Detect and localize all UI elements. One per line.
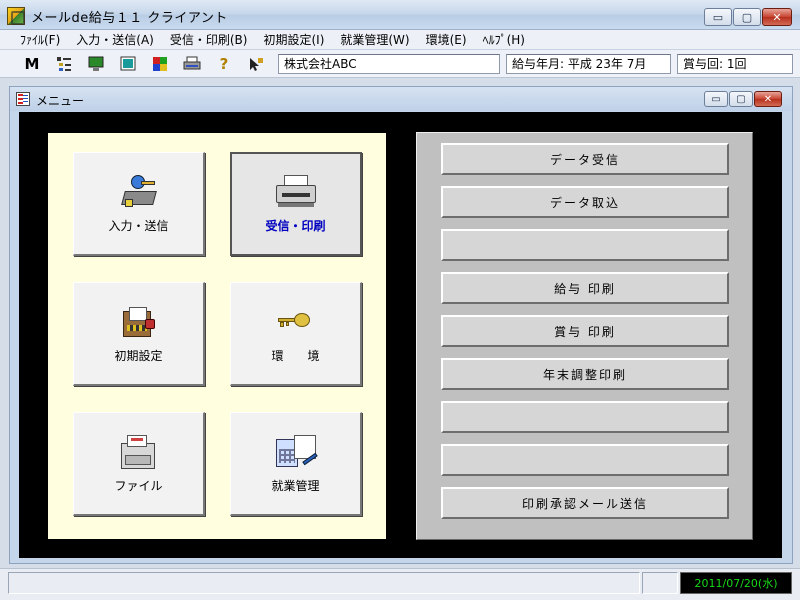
- blank-action-button-3[interactable]: [441, 444, 729, 476]
- bonus-print-button[interactable]: 賞与 印刷: [441, 315, 729, 347]
- color-grid-glyph: [153, 57, 167, 71]
- child-close-button[interactable]: ✕: [754, 91, 782, 107]
- menu-window-titlebar: メニュー ▭ ▢ ✕: [10, 87, 792, 111]
- maximize-icon: ▢: [741, 10, 753, 24]
- mail-m-icon[interactable]: M: [22, 54, 42, 74]
- menu-work-management[interactable]: 就業管理(W): [332, 31, 417, 49]
- calculator-icon: [275, 435, 318, 471]
- minimize-icon: ▭: [712, 10, 724, 24]
- initial-settings-button[interactable]: 初期設定: [73, 282, 205, 386]
- file-button[interactable]: ファイル: [73, 412, 205, 516]
- input-send-button[interactable]: 入力・送信: [73, 152, 205, 256]
- receive-print-label: 受信・印刷: [265, 219, 326, 233]
- monitor-icon[interactable]: [86, 54, 106, 74]
- color-grid-icon[interactable]: [150, 54, 170, 74]
- blank-action-button-1[interactable]: [441, 229, 729, 261]
- category-panel: 入力・送信 受信・印刷 初期設定 環 境 ファイル 就業管理: [48, 133, 386, 539]
- app-icon[interactable]: [7, 7, 25, 25]
- bonus-count-field: 賞与回: 1回: [677, 54, 793, 74]
- initial-settings-label: 初期設定: [114, 349, 163, 363]
- printer-small-glyph: [183, 56, 201, 70]
- menu-window: メニュー ▭ ▢ ✕ 入力・送信 受信・印刷 初期設定 環 境 ファイル 就業管…: [9, 86, 793, 564]
- data-receive-button[interactable]: データ受信: [441, 143, 729, 175]
- key-icon: [276, 305, 316, 341]
- action-panel: データ受信 データ取込 給与 印刷 賞与 印刷 年末調整印刷 印刷承認メール送信: [416, 132, 753, 540]
- blank-action-button-2[interactable]: [441, 401, 729, 433]
- setup-icon: [119, 305, 159, 341]
- menu-window-caption-buttons: ▭ ▢ ✕: [704, 91, 782, 107]
- maximize-button[interactable]: ▢: [733, 8, 761, 26]
- help-icon[interactable]: ?: [214, 54, 234, 74]
- minimize-button[interactable]: ▭: [704, 8, 732, 26]
- status-bar: 2011/07/20(水): [0, 568, 800, 600]
- environment-label: 環 境: [271, 349, 320, 363]
- child-maximize-button[interactable]: ▢: [729, 91, 753, 107]
- tree-list-glyph: [57, 57, 71, 71]
- minimize-icon: ▭: [711, 93, 721, 105]
- pay-period-field: 給与年月: 平成 23年 7月: [506, 54, 671, 74]
- file-label: ファイル: [114, 479, 163, 493]
- input-send-label: 入力・送信: [108, 219, 169, 233]
- menu-workspace: 入力・送信 受信・印刷 初期設定 環 境 ファイル 就業管理 データ受信 データ…: [19, 112, 782, 558]
- file-cabinet-icon: [119, 435, 159, 471]
- year-end-adjustment-print-button[interactable]: 年末調整印刷: [441, 358, 729, 390]
- menu-input-send[interactable]: 入力・送信(A): [68, 31, 162, 49]
- monitor-glyph: [88, 56, 104, 71]
- menu-environment[interactable]: 環境(E): [418, 31, 475, 49]
- menu-window-title: メニュー: [36, 94, 85, 108]
- status-date: 2011/07/20(水): [680, 572, 792, 594]
- printer-icon: [275, 175, 316, 211]
- menu-initial-settings[interactable]: 初期設定(I): [255, 31, 332, 49]
- caption-buttons: ▭ ▢ ✕: [704, 8, 792, 26]
- printer-small-icon[interactable]: [182, 54, 202, 74]
- maximize-icon: ▢: [736, 93, 746, 105]
- work-management-label: 就業管理: [271, 479, 320, 493]
- status-pane-small: [642, 572, 678, 594]
- title-bar: メールde給与１１ クライアント ▭ ▢ ✕: [0, 0, 800, 30]
- tree-list-icon[interactable]: [54, 54, 74, 74]
- work-management-button[interactable]: 就業管理: [230, 412, 362, 516]
- child-minimize-button[interactable]: ▭: [704, 91, 728, 107]
- close-icon: ✕: [763, 93, 773, 105]
- company-field: 株式会社ABC: [278, 54, 500, 74]
- status-pane-main: [8, 572, 640, 594]
- menu-receive-print[interactable]: 受信・印刷(B): [162, 31, 256, 49]
- toolbar: M ? 株式会社ABC 給与年月: 平成 23年 7月 賞与回: 1回: [0, 50, 800, 78]
- window-title: メールde給与１１ クライアント: [31, 11, 228, 26]
- window-glyph: [120, 56, 136, 71]
- pointer-help-icon[interactable]: [246, 54, 266, 74]
- menu-window-icon[interactable]: [16, 92, 30, 106]
- data-import-button[interactable]: データ取込: [441, 186, 729, 218]
- close-icon: ✕: [772, 10, 782, 24]
- environment-button[interactable]: 環 境: [230, 282, 362, 386]
- menu-file[interactable]: ﾌｧｲﾙ(F): [12, 31, 68, 49]
- window-icon[interactable]: [118, 54, 138, 74]
- print-approval-mail-button[interactable]: 印刷承認メール送信: [441, 487, 729, 519]
- salary-print-button[interactable]: 給与 印刷: [441, 272, 729, 304]
- receive-print-button[interactable]: 受信・印刷: [230, 152, 362, 256]
- menu-help[interactable]: ﾍﾙﾌﾟ(H): [475, 31, 533, 49]
- send-icon: [119, 175, 159, 211]
- menu-bar: ﾌｧｲﾙ(F) 入力・送信(A) 受信・印刷(B) 初期設定(I) 就業管理(W…: [0, 30, 800, 50]
- close-button[interactable]: ✕: [762, 8, 792, 26]
- pointer-help-glyph: [250, 58, 263, 71]
